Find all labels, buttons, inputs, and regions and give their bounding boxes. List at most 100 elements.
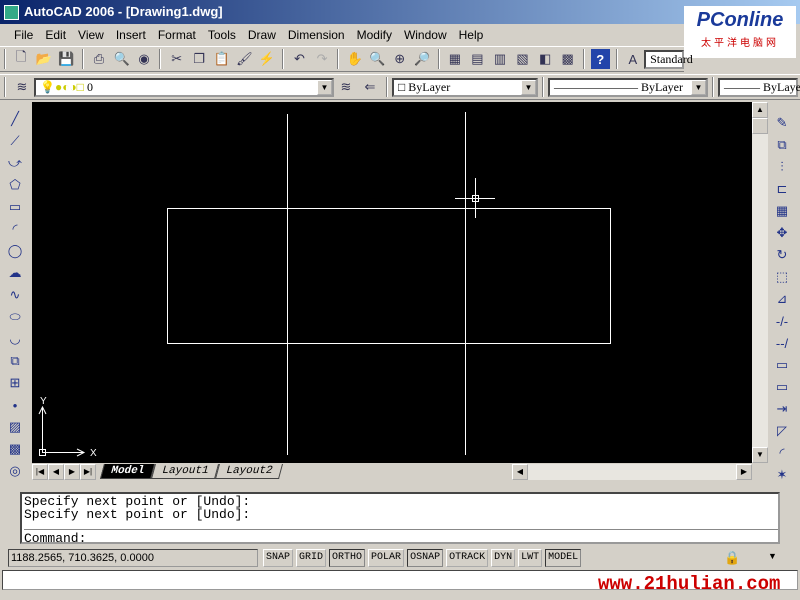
toggle-lwt[interactable]: LWT bbox=[518, 549, 543, 567]
horizontal-scrollbar[interactable]: ◀ ▶ bbox=[512, 463, 752, 480]
point-icon[interactable]: • bbox=[4, 394, 26, 416]
status-menu-chevron-icon[interactable]: ▼ bbox=[768, 551, 777, 561]
fillet-icon[interactable]: ◜ bbox=[771, 442, 793, 464]
offset-icon[interactable]: ⊏ bbox=[771, 178, 793, 200]
vertical-scrollbar[interactable]: ▲ ▼ bbox=[752, 102, 768, 463]
tab-layout1[interactable]: Layout1 bbox=[151, 464, 220, 479]
design-center-icon[interactable]: ▤ bbox=[468, 49, 487, 69]
text-style-icon[interactable]: A bbox=[624, 49, 643, 69]
scroll-thumb[interactable] bbox=[752, 118, 768, 134]
toggle-ortho[interactable]: ORTHO bbox=[329, 549, 366, 567]
match-properties-icon[interactable]: 🖌 bbox=[235, 49, 254, 69]
ellipse-arc-icon[interactable]: ◡ bbox=[4, 328, 26, 350]
toggle-model[interactable]: MODEL bbox=[545, 549, 582, 567]
comm-center-icon[interactable]: 🔒 bbox=[724, 550, 740, 566]
chamfer-icon[interactable]: ◸ bbox=[771, 420, 793, 442]
print-preview-icon[interactable]: 🔍 bbox=[112, 49, 131, 69]
join-icon[interactable]: ⇥ bbox=[771, 398, 793, 420]
rectangle-icon[interactable]: ▭ bbox=[4, 196, 26, 218]
markup-icon[interactable]: ◧ bbox=[536, 49, 555, 69]
scroll-left-button[interactable]: ◀ bbox=[512, 463, 528, 480]
scroll-down-button[interactable]: ▼ bbox=[752, 447, 768, 463]
text-style-select[interactable]: Standard bbox=[644, 49, 693, 69]
save-icon[interactable]: 💾 bbox=[57, 49, 76, 69]
spline-icon[interactable]: ∿ bbox=[4, 284, 26, 306]
next-tab-button[interactable]: ▶ bbox=[64, 463, 80, 480]
menu-insert[interactable]: Insert bbox=[110, 28, 152, 42]
autocad-app-icon[interactable] bbox=[4, 5, 19, 20]
block-editor-icon[interactable]: ⚡ bbox=[258, 49, 277, 69]
layer-select[interactable]: 💡●◐◑□ 0 ▼ bbox=[34, 77, 334, 97]
publish-icon[interactable]: ◉ bbox=[135, 49, 154, 69]
paste-icon[interactable]: 📋 bbox=[213, 49, 232, 69]
toggle-snap[interactable]: SNAP bbox=[263, 549, 294, 567]
erase-icon[interactable]: ✎ bbox=[771, 112, 793, 134]
menu-edit[interactable]: Edit bbox=[39, 28, 72, 42]
polygon-icon[interactable]: ⬠ bbox=[4, 174, 26, 196]
cut-icon[interactable]: ✂ bbox=[167, 49, 186, 69]
copy-object-icon[interactable]: ⧉ bbox=[771, 134, 793, 156]
menu-draw[interactable]: Draw bbox=[242, 28, 282, 42]
pan-icon[interactable]: ✋ bbox=[345, 49, 364, 69]
revision-cloud-icon[interactable]: ☁ bbox=[4, 262, 26, 284]
menu-help[interactable]: Help bbox=[453, 28, 490, 42]
array-icon[interactable]: ▦ bbox=[771, 200, 793, 222]
menu-tools[interactable]: Tools bbox=[202, 28, 242, 42]
menu-window[interactable]: Window bbox=[398, 28, 453, 42]
make-current-layer-icon[interactable]: ≋ bbox=[336, 77, 356, 97]
rotate-icon[interactable]: ↻ bbox=[771, 244, 793, 266]
scroll-up-button[interactable]: ▲ bbox=[752, 102, 768, 118]
print-icon[interactable]: ⎙ bbox=[90, 49, 109, 69]
linetype-select[interactable]: ——————— ByLayer ▼ bbox=[548, 77, 708, 97]
move-icon[interactable]: ✥ bbox=[771, 222, 793, 244]
tab-model[interactable]: Model bbox=[99, 464, 156, 479]
toggle-osnap[interactable]: OSNAP bbox=[407, 549, 444, 567]
command-window[interactable]: Specify next point or [Undo]: Specify ne… bbox=[20, 492, 780, 545]
command-input[interactable]: Command: bbox=[24, 529, 778, 545]
chevron-down-icon[interactable]: ▼ bbox=[521, 79, 536, 95]
scroll-right-button[interactable]: ▶ bbox=[736, 463, 752, 480]
ellipse-icon[interactable]: ⬭ bbox=[4, 306, 26, 328]
menu-view[interactable]: View bbox=[72, 28, 110, 42]
menu-modify[interactable]: Modify bbox=[351, 28, 398, 42]
region-icon[interactable]: ◎ bbox=[4, 460, 26, 482]
lineweight-select[interactable]: ——— ByLayer bbox=[718, 77, 800, 97]
undo-icon[interactable]: ↶ bbox=[290, 49, 309, 69]
circle-icon[interactable]: ◯ bbox=[4, 240, 26, 262]
chevron-down-icon[interactable]: ▼ bbox=[691, 79, 706, 95]
zoom-realtime-icon[interactable]: 🔍 bbox=[368, 49, 387, 69]
redo-icon[interactable]: ↷ bbox=[313, 49, 332, 69]
prev-tab-button[interactable]: ◀ bbox=[48, 463, 64, 480]
properties-icon[interactable]: ▦ bbox=[446, 49, 465, 69]
explode-icon[interactable]: ✶ bbox=[771, 464, 793, 486]
break-icon[interactable]: ▭ bbox=[771, 376, 793, 398]
toggle-polar[interactable]: POLAR bbox=[368, 549, 405, 567]
tab-layout2[interactable]: Layout2 bbox=[215, 464, 284, 479]
drawing-canvas[interactable]: Y X bbox=[32, 102, 752, 463]
menu-format[interactable]: Format bbox=[152, 28, 202, 42]
new-icon[interactable]: 🗋 bbox=[12, 49, 31, 69]
arc-icon[interactable]: ◜ bbox=[4, 218, 26, 240]
tool-palettes-icon[interactable]: ▥ bbox=[491, 49, 510, 69]
insert-block-icon[interactable]: ⧉ bbox=[4, 350, 26, 372]
toggle-grid[interactable]: GRID bbox=[296, 549, 327, 567]
mirror-icon[interactable]: ⫶ bbox=[771, 156, 793, 178]
make-block-icon[interactable]: ⊞ bbox=[4, 372, 26, 394]
construction-line-icon[interactable]: ⟋ bbox=[4, 130, 26, 152]
scale-icon[interactable]: ⬚ bbox=[771, 266, 793, 288]
color-select[interactable]: □ ByLayer ▼ bbox=[392, 77, 538, 97]
layer-previous-icon[interactable]: ⇐ bbox=[360, 77, 380, 97]
menu-file[interactable]: File bbox=[8, 28, 39, 42]
calculator-icon[interactable]: ▩ bbox=[558, 49, 577, 69]
first-tab-button[interactable]: |◀ bbox=[32, 463, 48, 480]
toggle-otrack[interactable]: OTRACK bbox=[446, 549, 489, 567]
polyline-icon[interactable]: ⤻ bbox=[4, 152, 26, 174]
menu-dimension[interactable]: Dimension bbox=[282, 28, 351, 42]
trim-icon[interactable]: -/- bbox=[771, 310, 793, 332]
zoom-window-icon[interactable]: ⊕ bbox=[390, 49, 409, 69]
gradient-icon[interactable]: ▩ bbox=[4, 438, 26, 460]
copy-icon[interactable]: ❐ bbox=[190, 49, 209, 69]
zoom-previous-icon[interactable]: 🔎 bbox=[413, 49, 432, 69]
chevron-down-icon[interactable]: ▼ bbox=[317, 79, 332, 95]
toggle-dyn[interactable]: DYN bbox=[491, 549, 516, 567]
